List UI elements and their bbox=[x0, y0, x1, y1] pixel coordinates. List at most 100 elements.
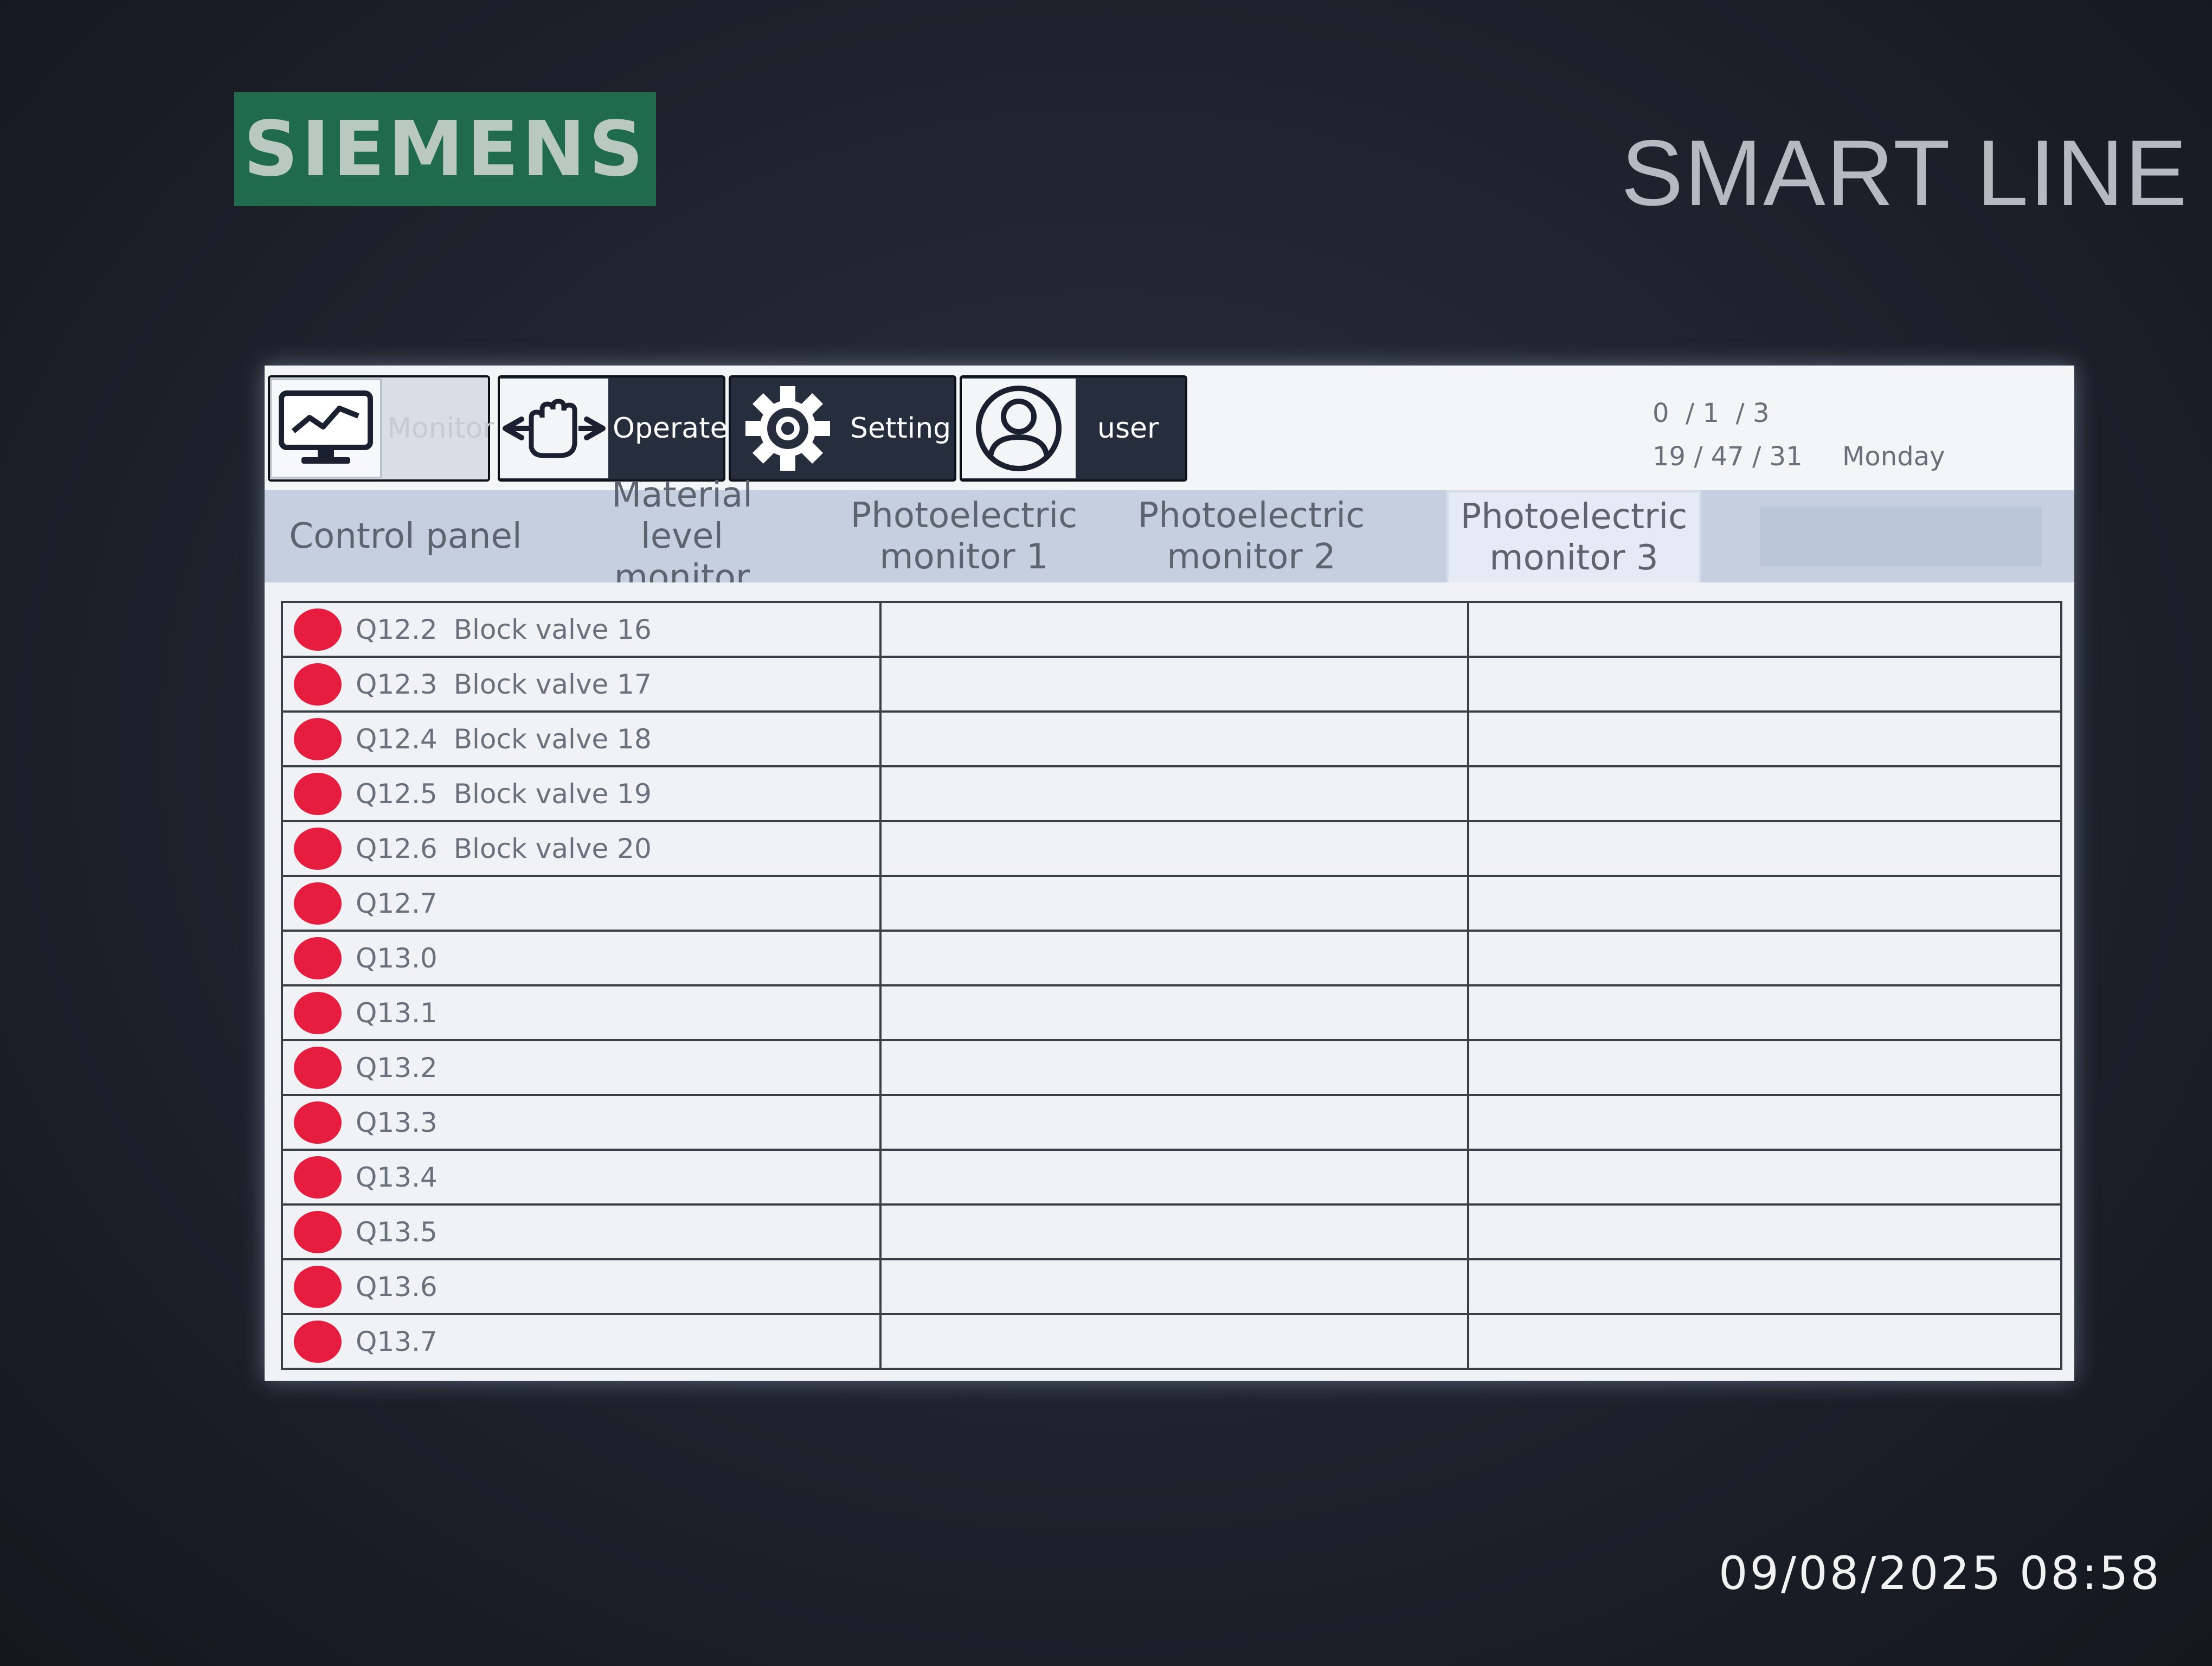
monitor-trend-icon bbox=[270, 379, 382, 478]
table-row: Q13.1 bbox=[281, 984, 2062, 1041]
monitor-label: Monitor bbox=[387, 412, 494, 445]
status-lamp-icon bbox=[294, 1320, 342, 1363]
product-line-label: SMART LINE bbox=[1621, 121, 2188, 225]
output-cell: Q12.7 bbox=[281, 875, 882, 932]
table-row: Q12.7 bbox=[281, 875, 2062, 932]
status-lamp-icon bbox=[294, 1210, 342, 1253]
table-row: Q12.3 Block valve 17 bbox=[281, 656, 2062, 713]
empty-cell bbox=[879, 656, 1469, 713]
setting-label: Setting bbox=[850, 412, 951, 445]
tab-label: Photoelectric monitor 3 bbox=[1460, 497, 1688, 578]
photo-timestamp: 09/08/2025 08:58 bbox=[1719, 1547, 2162, 1600]
status-lamp-icon bbox=[294, 882, 342, 925]
output-cell: Q12.2 Block valve 16 bbox=[281, 601, 882, 658]
table-row: Q12.5 Block valve 19 bbox=[281, 765, 2062, 822]
output-address: Q12.6 bbox=[356, 832, 438, 864]
output-address: Q12.7 bbox=[356, 887, 438, 919]
output-cell: Q13.7 bbox=[281, 1313, 882, 1370]
output-cell: Q13.6 bbox=[281, 1258, 882, 1315]
user-button[interactable]: user bbox=[960, 375, 1187, 482]
hmi-screen: Monitor Operate Setting user 0 / 1 / 3 1… bbox=[265, 366, 2074, 1381]
output-address: Q13.0 bbox=[356, 942, 438, 974]
monitor-button[interactable]: Monitor bbox=[268, 375, 494, 482]
table-row: Q13.7 bbox=[281, 1313, 2062, 1370]
table-row: Q12.4 Block valve 18 bbox=[281, 710, 2062, 767]
output-description: Block valve 20 bbox=[453, 832, 652, 864]
status-lamp-icon bbox=[294, 1046, 342, 1089]
empty-cell bbox=[1467, 765, 2062, 822]
output-address: Q12.3 bbox=[356, 668, 438, 700]
hand-icon bbox=[500, 379, 608, 478]
empty-cell bbox=[1467, 656, 2062, 713]
tab-control-panel[interactable]: Control panel bbox=[275, 490, 536, 582]
user-label: user bbox=[1097, 412, 1159, 445]
date-time-display: 0 / 1 / 3 19 / 47 / 31 Monday bbox=[1652, 398, 2043, 479]
empty-cell bbox=[1467, 930, 2062, 986]
empty-cell bbox=[1467, 820, 2062, 877]
output-status-table: Q12.2 Block valve 16 Q12.3 Block valve 17 Q1… bbox=[281, 601, 2062, 1370]
tab-strip-filler bbox=[1760, 507, 2042, 566]
output-cell: Q12.3 Block valve 17 bbox=[281, 656, 882, 713]
status-lamp-icon bbox=[294, 1101, 342, 1144]
empty-cell bbox=[879, 710, 1469, 767]
empty-cell bbox=[879, 765, 1469, 822]
setting-button[interactable]: Setting bbox=[729, 375, 956, 482]
output-address: Q13.4 bbox=[356, 1161, 438, 1193]
empty-cell bbox=[879, 1094, 1469, 1151]
operate-button[interactable]: Operate bbox=[498, 375, 728, 482]
empty-cell bbox=[879, 1203, 1469, 1260]
tab-label: Material level monitor bbox=[612, 475, 753, 598]
empty-cell bbox=[879, 601, 1469, 658]
tab-bar: Control panel Material level monitor Pho… bbox=[265, 475, 2074, 598]
tab-photoelectric-monitor-1[interactable]: Photoelectric monitor 1 bbox=[839, 490, 1089, 582]
table-row: Q12.6 Block valve 20 bbox=[281, 820, 2062, 877]
empty-cell bbox=[1467, 1094, 2062, 1151]
empty-cell bbox=[1467, 1258, 2062, 1315]
empty-cell bbox=[1467, 1039, 2062, 1096]
status-lamp-icon bbox=[294, 608, 342, 651]
table-row: Q13.0 bbox=[281, 930, 2062, 986]
empty-cell bbox=[1467, 710, 2062, 767]
empty-cell bbox=[879, 875, 1469, 932]
empty-cell bbox=[1467, 984, 2062, 1041]
output-cell: Q12.6 Block valve 20 bbox=[281, 820, 882, 877]
table-row: Q13.3 bbox=[281, 1094, 2062, 1151]
output-address: Q13.2 bbox=[356, 1052, 438, 1084]
status-lamp-icon bbox=[294, 1156, 342, 1199]
output-cell: Q13.4 bbox=[281, 1149, 882, 1206]
output-description: Block valve 17 bbox=[453, 668, 652, 700]
output-address: Q12.5 bbox=[356, 778, 438, 810]
empty-cell bbox=[1467, 1203, 2062, 1260]
tab-label: Photoelectric monitor 1 bbox=[850, 496, 1078, 577]
tab-photoelectric-monitor-2[interactable]: Photoelectric monitor 2 bbox=[1127, 490, 1376, 582]
empty-cell bbox=[879, 1258, 1469, 1315]
output-address: Q12.4 bbox=[356, 723, 438, 755]
time-readout: 19 / 47 / 31 bbox=[1652, 441, 1803, 472]
status-lamp-icon bbox=[294, 1265, 342, 1308]
output-description: Block valve 18 bbox=[453, 723, 652, 755]
status-lamp-icon bbox=[294, 663, 342, 706]
empty-cell bbox=[1467, 1149, 2062, 1206]
tab-photoelectric-monitor-3[interactable]: Photoelectric monitor 3 bbox=[1446, 490, 1701, 582]
output-cell: Q13.3 bbox=[281, 1094, 882, 1151]
date-readout: 0 / 1 / 3 bbox=[1652, 398, 1770, 428]
tab-label: Control panel bbox=[289, 516, 522, 556]
output-address: Q13.7 bbox=[356, 1325, 438, 1357]
output-address: Q13.6 bbox=[356, 1271, 438, 1303]
output-address: Q12.2 bbox=[356, 613, 438, 645]
user-icon bbox=[962, 379, 1076, 478]
status-lamp-icon bbox=[294, 991, 342, 1034]
gear-icon bbox=[731, 379, 845, 478]
output-cell: Q13.1 bbox=[281, 984, 882, 1041]
siemens-logo: SIEMENS bbox=[234, 92, 656, 206]
status-lamp-icon bbox=[294, 772, 342, 815]
output-cell: Q13.2 bbox=[281, 1039, 882, 1096]
table-row: Q13.5 bbox=[281, 1203, 2062, 1260]
empty-cell bbox=[1467, 1313, 2062, 1370]
status-lamp-icon bbox=[294, 827, 342, 870]
empty-cell bbox=[1467, 875, 2062, 932]
output-cell: Q12.4 Block valve 18 bbox=[281, 710, 882, 767]
tab-material-level-monitor[interactable]: Material level monitor bbox=[557, 475, 807, 598]
output-cell: Q12.5 Block valve 19 bbox=[281, 765, 882, 822]
empty-cell bbox=[879, 1313, 1469, 1370]
